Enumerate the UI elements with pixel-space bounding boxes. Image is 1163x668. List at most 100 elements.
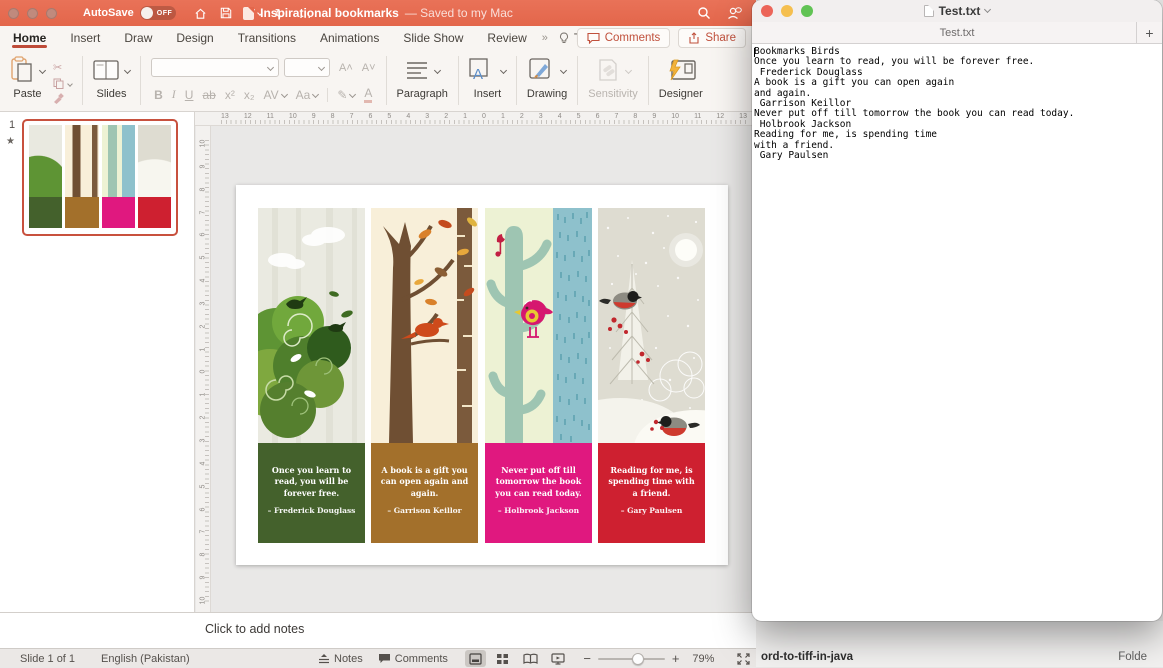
notes-pane[interactable]: Click to add notes [0,612,756,648]
zoom-button[interactable] [46,8,57,19]
bookmark-3-quote-panel: Never put off till tomorrow the book you… [485,443,592,543]
textedit-window-title[interactable]: Test.txt [939,4,981,18]
vertical-ruler: 10987654321012345678910 [196,126,211,612]
underline-button[interactable]: U [185,88,194,102]
text-doc-icon [924,5,934,17]
slideshow-view-button[interactable] [548,650,569,667]
language-indicator[interactable]: English (Pakistan) [101,653,190,665]
more-commands-icon[interactable]: … [299,7,312,20]
new-tab-button[interactable]: + [1136,22,1162,44]
autosave-label: AutoSave [83,7,134,19]
slide-sorter-view-button[interactable] [493,650,514,667]
superscript-button[interactable]: x² [225,88,235,102]
font-group: A˄ A˅ B I U ab x² x₂ AV Aa ✎ A [141,50,386,111]
slide-counter: Slide 1 of 1 [20,653,75,665]
animation-star-icon: ★ [6,136,15,147]
notes-toggle[interactable]: Notes [318,653,363,665]
textedit-tab-bar: Test.txt + [752,22,1162,44]
background-text-fragment: ord-to-tiff-in-java [761,651,853,663]
slide-editor-area[interactable]: 10987654321012345678910 [195,126,756,612]
paste-button[interactable]: Paste [10,55,45,100]
powerpoint-window: AutoSave OFF ↺ ↻ … Inspirational bookmar… [0,0,756,667]
thumb-bookmark-4 [138,125,171,230]
change-case-button[interactable]: Aa [296,88,319,102]
cut-icon[interactable]: ✂ [53,61,72,74]
title-chevron-icon[interactable] [984,6,991,13]
decrease-font-icon[interactable]: A˅ [362,62,376,74]
drawing-button[interactable]: Drawing [517,50,577,111]
paragraph-button[interactable]: Paragraph [387,50,458,111]
font-size-combobox[interactable] [284,58,330,77]
textedit-window: Test.txt Test.txt + Bookmarks Birds Once… [752,0,1162,621]
highlight-pen-button[interactable]: ✎ [337,88,355,102]
close-button[interactable] [8,8,19,19]
tab-insert[interactable]: Insert [69,26,101,50]
svg-text:A: A [473,66,483,82]
fit-slide-button[interactable] [733,650,754,667]
subscript-button[interactable]: x₂ [244,88,255,102]
tab-slideshow[interactable]: Slide Show [402,26,464,50]
font-color-button[interactable]: A [364,86,372,103]
slide-canvas[interactable]: Once you learn to read, you will be fore… [236,185,728,565]
tab-review[interactable]: Review [486,26,527,50]
notes-placeholder[interactable]: Click to add notes [205,622,304,636]
ribbon-tab-bar: Home Insert Draw Design Transitions Anim… [0,26,756,50]
zoom-in-button[interactable]: + [672,651,680,666]
increase-font-icon[interactable]: A˄ [339,62,353,74]
tab-animations[interactable]: Animations [319,26,380,50]
status-bar: Slide 1 of 1 English (Pakistan) Notes Co… [0,648,756,667]
character-spacing-button[interactable]: AV [264,88,287,102]
textedit-text-area[interactable]: Bookmarks Birds Once you learn to read, … [752,44,1162,164]
bold-button[interactable]: B [154,88,163,102]
bookmark-2-artwork [371,208,478,443]
search-icon[interactable] [697,6,711,20]
tab-test-txt[interactable]: Test.txt [752,27,1162,39]
quote-author: – Frederick Douglass [268,506,356,515]
background-window-strip: ord-to-tiff-in-java Folde [752,621,1163,667]
text-caret [754,48,755,57]
minimize-button[interactable] [27,8,38,19]
slides-button[interactable]: Slides [83,50,140,111]
font-name-combobox[interactable] [151,58,279,77]
quote-text: A book is a gift you can open again and … [378,465,471,499]
tab-home[interactable]: Home [12,26,47,50]
bookmark-winter-birds[interactable]: Reading for me, is spending time with a … [598,208,705,543]
save-icon[interactable] [220,7,232,19]
presence-people-icon[interactable] [727,6,742,20]
background-text-fragment-right: Folde [1118,651,1147,663]
tab-design[interactable]: Design [175,26,214,50]
insert-button[interactable]: A Insert [459,50,516,111]
tab-transitions[interactable]: Transitions [237,26,297,50]
comments-button[interactable]: Comments [577,28,671,48]
share-button[interactable]: Share [678,28,746,48]
autosave-toggle[interactable]: OFF [140,6,176,20]
format-painter-icon[interactable] [53,93,72,104]
strikethrough-button[interactable]: ab [202,88,215,102]
slide-number: 1 [9,119,15,131]
tab-draw[interactable]: Draw [123,26,153,50]
slide-1-thumbnail[interactable] [22,119,178,236]
normal-view-button[interactable] [465,650,486,667]
comments-toggle[interactable]: Comments [378,653,448,665]
textedit-document-text[interactable]: Bookmarks Birds Once you learn to read, … [754,47,1160,161]
tabs-overflow-chevrons[interactable]: » [542,32,547,44]
copy-icon[interactable] [53,78,72,89]
italic-button[interactable]: I [172,87,176,102]
designer-button[interactable]: Designer [649,50,713,111]
sensitivity-button: Sensitivity [578,50,648,111]
reading-view-button[interactable] [520,650,541,667]
redo-icon[interactable]: ↻ [275,7,286,20]
zoom-slider-thumb[interactable] [632,653,644,665]
home-icon[interactable] [194,7,207,20]
bookmark-teal-tree[interactable]: Never put off till tomorrow the book you… [485,208,592,543]
bookmark-autumn-birch[interactable]: A book is a gift you can open again and … [371,208,478,543]
quote-text: Never put off till tomorrow the book you… [492,465,585,499]
autosave-state: OFF [157,10,173,17]
bookmark-1-quote-panel: Once you learn to read, you will be fore… [258,443,365,543]
undo-icon[interactable]: ↺ [245,7,262,20]
zoom-level[interactable]: 79% [692,653,714,665]
zoom-slider[interactable] [598,658,665,660]
zoom-out-button[interactable]: − [583,651,591,666]
thumb-bookmark-2 [65,125,98,230]
bookmark-green-tree[interactable]: Once you learn to read, you will be fore… [258,208,365,543]
